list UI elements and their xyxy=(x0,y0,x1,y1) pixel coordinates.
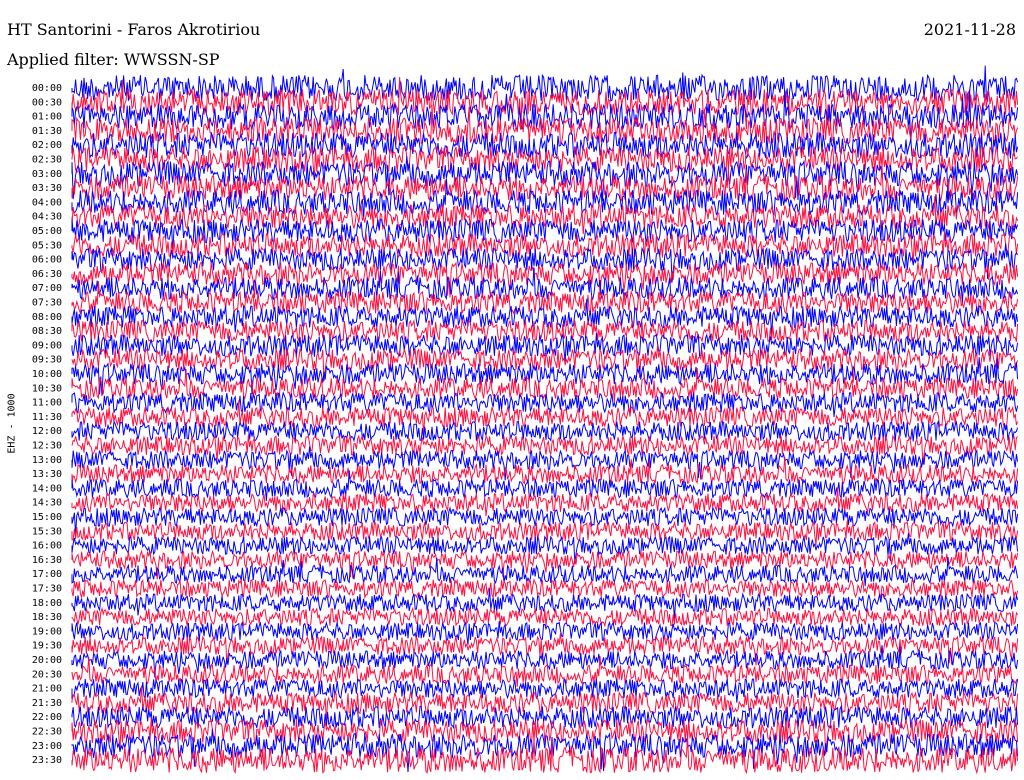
time-tick-label: 14:00 xyxy=(32,483,62,494)
time-tick-label: 23:30 xyxy=(32,755,62,766)
helicorder-plot: 00:00 00:30 01:00 01:30 02:00 02:30 03:00 03:30… xyxy=(32,65,1019,775)
time-tick-label: 17:30 xyxy=(32,584,62,595)
time-tick-label: 08:30 xyxy=(32,326,62,337)
time-tick-label: 01:00 xyxy=(32,112,62,123)
trace-row xyxy=(71,446,1019,481)
time-tick-label: 04:30 xyxy=(32,212,62,223)
time-tick-label: 18:00 xyxy=(32,598,62,609)
time-tick-label: 07:00 xyxy=(32,283,62,294)
time-tick-label: 21:30 xyxy=(32,698,62,709)
time-tick-label: 12:00 xyxy=(32,426,62,437)
time-tick-label: 18:30 xyxy=(32,612,62,623)
tick-labels-group: 00:00 00:30 01:00 01:30 02:00 02:30 03:00 03:30… xyxy=(32,83,62,766)
time-tick-label: 04:00 xyxy=(32,197,62,208)
trace-row xyxy=(71,578,1019,600)
time-tick-label: 08:00 xyxy=(32,312,62,323)
time-tick-label: 22:00 xyxy=(32,712,62,723)
time-tick-label: 17:00 xyxy=(32,569,62,580)
time-tick-label: 20:30 xyxy=(32,669,62,680)
time-tick-label: 09:30 xyxy=(32,355,62,366)
time-tick-label: 11:30 xyxy=(32,412,62,423)
time-tick-label: 19:00 xyxy=(32,626,62,637)
time-tick-label: 10:30 xyxy=(32,383,62,394)
trace-row xyxy=(71,434,1019,465)
time-tick-label: 16:30 xyxy=(32,555,62,566)
trace-row xyxy=(71,344,1019,383)
trace-row xyxy=(71,390,1019,418)
time-tick-label: 16:00 xyxy=(32,541,62,552)
time-tick-label: 03:30 xyxy=(32,183,62,194)
time-tick-label: 09:00 xyxy=(32,340,62,351)
time-tick-label: 14:30 xyxy=(32,498,62,509)
time-tick-label: 10:00 xyxy=(32,369,62,380)
time-tick-label: 23:00 xyxy=(32,741,62,752)
time-tick-label: 22:30 xyxy=(32,727,62,738)
time-tick-label: 15:00 xyxy=(32,512,62,523)
time-tick-label: 03:00 xyxy=(32,169,62,180)
traces-group xyxy=(71,65,1019,775)
trace-row xyxy=(71,606,1019,628)
trace-row xyxy=(71,704,1019,730)
time-tick-label: 07:30 xyxy=(32,298,62,309)
time-tick-label: 06:30 xyxy=(32,269,62,280)
time-tick-label: 02:30 xyxy=(32,155,62,166)
time-tick-label: 13:00 xyxy=(32,455,62,466)
trace-row xyxy=(71,549,1019,580)
time-tick-label: 00:30 xyxy=(32,97,62,108)
time-tick-label: 05:00 xyxy=(32,226,62,237)
time-tick-label: 05:30 xyxy=(32,240,62,251)
time-tick-label: 02:00 xyxy=(32,140,62,151)
time-tick-label: 15:30 xyxy=(32,526,62,537)
time-tick-label: 11:00 xyxy=(32,398,62,409)
time-tick-label: 06:00 xyxy=(32,255,62,266)
time-tick-label: 00:00 xyxy=(32,83,62,94)
time-tick-label: 13:30 xyxy=(32,469,62,480)
time-tick-label: 21:00 xyxy=(32,684,62,695)
trace-row xyxy=(71,368,1019,403)
time-tick-label: 20:00 xyxy=(32,655,62,666)
time-tick-label: 19:30 xyxy=(32,641,62,652)
time-tick-label: 01:30 xyxy=(32,126,62,137)
time-tick-label: 12:30 xyxy=(32,441,62,452)
